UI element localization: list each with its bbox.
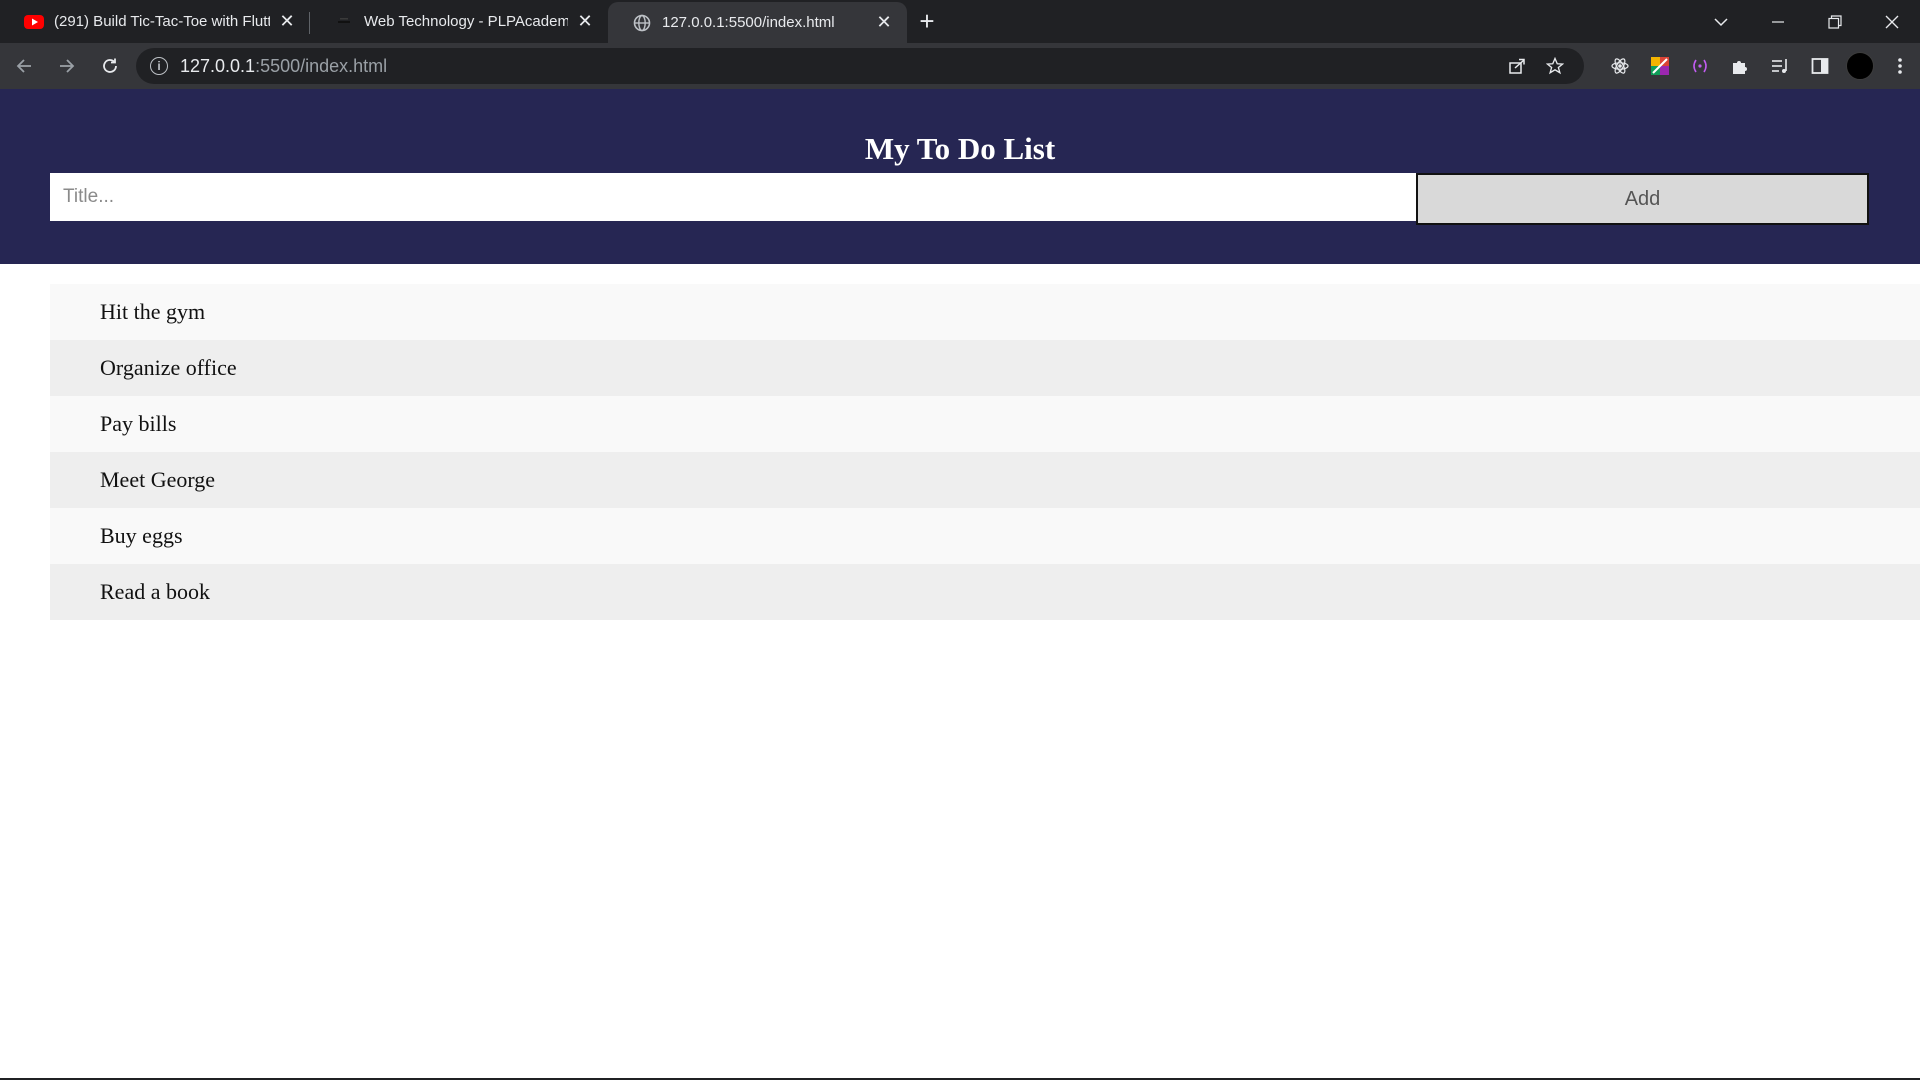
add-button[interactable]: Add	[1416, 173, 1869, 225]
reload-button[interactable]	[91, 47, 129, 85]
browser-toolbar: i 127.0.0.1:5500/index.html	[0, 43, 1920, 89]
react-icon	[1611, 58, 1629, 74]
plp-icon	[334, 12, 354, 32]
todo-item[interactable]: Buy eggs	[50, 508, 1920, 564]
extensions-area	[1600, 43, 1920, 89]
side-panel-icon	[1811, 58, 1829, 74]
extensions-button[interactable]	[1720, 43, 1760, 89]
close-window-button[interactable]	[1863, 2, 1920, 42]
colorful-extension-icon	[1651, 57, 1669, 75]
address-url: 127.0.0.1:5500/index.html	[180, 56, 387, 77]
todo-item[interactable]: Read a book	[50, 564, 1920, 620]
profile-button[interactable]	[1840, 43, 1880, 89]
browser-tab-plpacademy[interactable]: Web Technology - PLPAcademy ✕	[310, 0, 608, 43]
bookmark-button[interactable]	[1536, 48, 1574, 84]
tab-title: 127.0.0.1:5500/index.html	[662, 14, 835, 31]
close-tab-icon[interactable]: ✕	[576, 11, 594, 31]
window-controls	[1692, 0, 1920, 43]
menu-button[interactable]	[1880, 43, 1920, 89]
todo-item[interactable]: Organize office	[50, 340, 1920, 396]
browser-tabstrip: (291) Build Tic-Tac-Toe with Flutter ✕ W…	[0, 0, 1920, 43]
star-icon	[1546, 57, 1564, 75]
arrow-right-icon	[60, 59, 75, 73]
todo-header: My To Do List Add	[0, 89, 1920, 264]
avatar	[1846, 52, 1874, 80]
restore-icon	[1827, 14, 1842, 29]
back-button[interactable]	[5, 47, 43, 85]
browser-tab-youtube[interactable]: (291) Build Tic-Tac-Toe with Flutter ✕	[0, 0, 310, 43]
chevron-down-icon	[1713, 17, 1728, 26]
reading-list-button[interactable]	[1760, 43, 1800, 89]
share-button[interactable]	[1498, 48, 1536, 84]
share-icon	[1509, 58, 1525, 74]
puzzle-icon	[1733, 61, 1747, 74]
globe-icon	[632, 13, 652, 33]
colorful-extension-button[interactable]	[1640, 43, 1680, 89]
tab-title: Web Technology - PLPAcademy	[364, 13, 568, 30]
close-tab-icon[interactable]: ✕	[278, 11, 296, 31]
forward-button[interactable]	[48, 47, 86, 85]
title-input[interactable]	[50, 173, 1416, 221]
arrow-left-icon	[16, 59, 31, 73]
media-list-icon	[1772, 59, 1787, 73]
tab-search-button[interactable]	[1692, 2, 1749, 42]
broadcast-extension-button[interactable]	[1680, 43, 1720, 89]
tab-title: (291) Build Tic-Tac-Toe with Flutter	[54, 13, 270, 30]
address-bar[interactable]: i 127.0.0.1:5500/index.html	[136, 48, 1584, 84]
todo-item[interactable]: Hit the gym	[50, 284, 1920, 340]
todo-item[interactable]: Meet George	[50, 452, 1920, 508]
react-devtools-button[interactable]	[1600, 43, 1640, 89]
browser-tab-active[interactable]: 127.0.0.1:5500/index.html ✕	[608, 2, 907, 43]
minimize-button[interactable]	[1749, 2, 1806, 42]
youtube-icon	[24, 12, 44, 32]
more-vertical-icon	[1898, 58, 1902, 74]
minimize-icon	[1771, 20, 1784, 23]
omnibox-actions	[1498, 48, 1574, 84]
side-panel-button[interactable]	[1800, 43, 1840, 89]
reload-icon	[103, 58, 117, 73]
todo-list: Hit the gym Organize office Pay bills Me…	[50, 284, 1920, 620]
new-tab-button[interactable]: +	[909, 0, 945, 43]
address-host: 127.0.0.1	[180, 55, 256, 76]
broadcast-icon	[1693, 59, 1707, 73]
todo-item[interactable]: Pay bills	[50, 396, 1920, 452]
close-icon	[1885, 15, 1898, 28]
close-tab-icon[interactable]: ✕	[875, 12, 893, 32]
restore-button[interactable]	[1806, 2, 1863, 42]
page-viewport: My To Do List Add Hit the gym Organize o…	[0, 89, 1920, 1080]
address-path: :5500/index.html	[255, 55, 388, 76]
page-title: My To Do List	[864, 131, 1056, 166]
site-info-icon[interactable]: i	[150, 57, 168, 75]
